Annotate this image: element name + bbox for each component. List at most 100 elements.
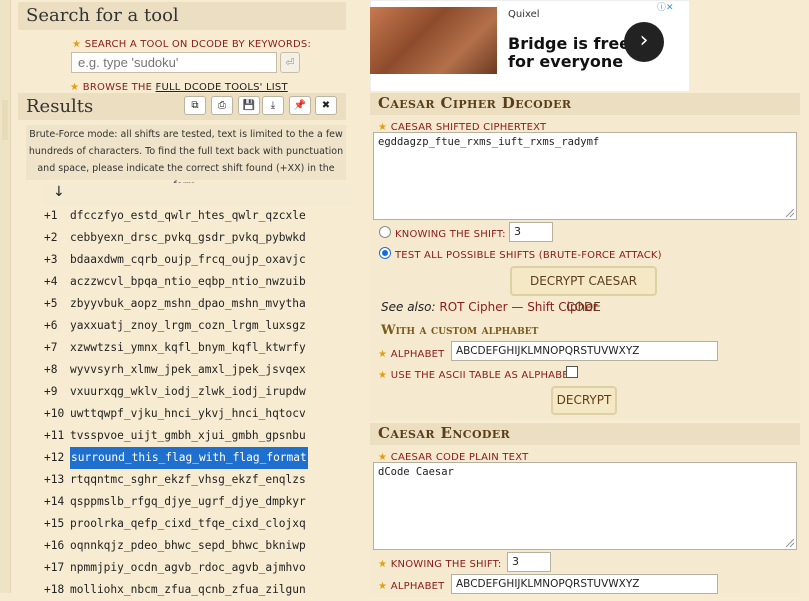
result-text[interactable]: xzwwtzsi_ymnx_kqfl_bnym_kqfl_ktwrfy — [70, 337, 306, 359]
result-text[interactable]: proolrka_qefp_cixd_tfqe_cixd_clojxq — [70, 513, 306, 535]
search-go-button[interactable]: ⏎ — [280, 52, 300, 73]
result-text[interactable]: rtqqntmc_sghr_ekzf_vhsg_ekzf_enqlzs — [70, 469, 306, 491]
left-side-strip — [0, 0, 11, 593]
ascii-table-label: ★ USE THE ASCII TABLE AS ALPHABET — [378, 367, 575, 381]
pin-icon: 📌 — [293, 100, 307, 111]
result-row[interactable]: +13 rtqqntmc_sghr_ekzf_vhsg_ekzf_enqlzs — [40, 469, 346, 491]
custom-alphabet-title: With a custom alphabet — [381, 323, 539, 338]
ad-brand: Quixel — [508, 9, 540, 20]
result-row[interactable]: +2 cebbyexn_drsc_pvkq_gsdr_pvkq_pybwkd — [40, 227, 346, 249]
decoder-title: Caesar Cipher Decoder — [378, 94, 572, 112]
ciphertext-textarea[interactable]: egddagzp_ftue_rxms_iuft_rxms_radymf — [373, 132, 797, 220]
result-text[interactable]: npmmjpiy_ocdn_agvb_rdoc_agvb_ajmhvo — [70, 557, 306, 579]
result-row[interactable]: +14 qsppmslb_rfgq_djye_ugrf_djye_dmpkyr — [40, 491, 346, 513]
result-row[interactable]: +1 dfcczfyo_estd_qwlr_htes_qwlr_qzcxle — [40, 205, 346, 227]
resize-handle-icon[interactable] — [785, 538, 795, 548]
result-text[interactable]: cebbyexn_drsc_pvkq_gsdr_pvkq_pybwkd — [70, 227, 306, 249]
ad-headline: Bridge is free for everyone — [508, 35, 630, 71]
result-row[interactable]: +9 vxuurxqg_wklv_iodj_zlwk_iodj_irupdw — [40, 381, 346, 403]
result-shift: +8 — [44, 363, 58, 376]
result-row[interactable]: +17 npmmjpiy_ocdn_agvb_rdoc_agvb_ajmhvo — [40, 557, 346, 579]
alphabet-input[interactable]: ABCDEFGHIJKLMNOPQRSTUVWXYZ — [451, 341, 718, 361]
knowing-shift-radio[interactable] — [379, 226, 391, 238]
resize-handle-icon[interactable] — [785, 208, 795, 218]
result-shift: +13 — [44, 473, 65, 486]
results-title: Results — [26, 96, 94, 117]
rot-cipher-link[interactable]: ROT Cipher — [439, 300, 507, 314]
download-button[interactable]: ⤓ — [262, 96, 284, 115]
star-icon: ★ — [378, 559, 387, 570]
result-text[interactable]: oqnnkqjz_pdeo_bhwc_sepd_bhwc_bkniwp — [70, 535, 306, 557]
result-row[interactable]: +18 molliohx_nbcm_zfua_qcnb_zfua_zilgun — [40, 579, 346, 601]
save-button[interactable]: 💾 — [238, 96, 260, 115]
result-shift: +6 — [44, 319, 58, 332]
result-text[interactable]: qsppmslb_rfgq_djye_ugrf_djye_dmpkyr — [70, 491, 306, 513]
see-also: See also: ROT Cipher — Shift Cipher — [381, 300, 598, 314]
result-shift: +9 — [44, 385, 58, 398]
brute-force-radio[interactable] — [379, 247, 391, 259]
result-row[interactable]: +5 zbyyvbuk_aopz_mshn_dpao_mshn_mvytha — [40, 293, 346, 315]
strip-tab[interactable] — [2, 100, 8, 140]
pin-button[interactable]: 📌 — [289, 96, 311, 115]
sort-down-icon[interactable]: ↓ — [53, 184, 65, 200]
download-icon: ⤓ — [270, 100, 276, 111]
print-icon: ⎙ — [218, 100, 226, 111]
result-shift: +16 — [44, 539, 65, 552]
full-tools-list-link[interactable]: FULL DCODE TOOLS' LIST — [156, 82, 288, 93]
sort-header-row: ↓ — [40, 183, 346, 205]
result-row[interactable]: +8 wyvvsyrh_xlmw_jpek_amxl_jpek_jsvqex — [40, 359, 346, 381]
copy-button[interactable]: ⧉ — [184, 96, 206, 115]
result-row[interactable]: +6 yaxxuatj_znoy_lrgm_cozn_lrgm_luxsgz — [40, 315, 346, 337]
shift-cipher-link[interactable]: Shift Cipher — [527, 300, 597, 314]
result-shift: +12 — [44, 451, 65, 464]
result-text[interactable]: uwttqwpf_vjku_hnci_ykvj_hnci_hqtocv — [70, 403, 306, 425]
plaintext-textarea[interactable]: dCode Caesar — [373, 462, 797, 550]
copy-icon: ⧉ — [191, 100, 199, 111]
decrypt-button[interactable]: DECRYPT — [551, 386, 617, 415]
result-row[interactable]: +7 xzwwtzsi_ymnx_kqfl_bnym_kqfl_ktwrfy — [40, 337, 346, 359]
encoder-shift-input[interactable]: 3 — [507, 552, 551, 572]
alphabet-label: ★ ALPHABET — [378, 346, 445, 360]
print-button[interactable]: ⎙ — [211, 96, 233, 115]
result-shift: +15 — [44, 517, 65, 530]
ad-info-icon[interactable]: ⓘ✕ — [657, 0, 674, 13]
result-row[interactable]: +16 oqnnkqjz_pdeo_bhwc_sepd_bhwc_bkniwp — [40, 535, 346, 557]
ciphertext-label: ★ CAESAR SHIFTED CIPHERTEXT — [378, 119, 546, 133]
encoder-alphabet-label-text: ALPHABET — [390, 581, 445, 592]
brute-force-label: TEST ALL POSSIBLE SHIFTS (BRUTE-FORCE AT… — [395, 247, 662, 261]
close-button[interactable]: ✖ — [315, 96, 337, 115]
ascii-table-checkbox[interactable] — [566, 366, 578, 378]
result-shift: +5 — [44, 297, 58, 310]
search-panel-header: Search for a tool — [18, 2, 346, 30]
tool-search-input[interactable] — [71, 52, 277, 73]
brute-force-note: Brute-Force mode: all shifts are tested,… — [26, 125, 346, 191]
shift-input[interactable]: 3 — [509, 222, 553, 242]
result-text[interactable]: aczzwcvl_bpqa_ntio_eqbp_ntio_nwzuib — [70, 271, 306, 293]
result-row[interactable]: +4 aczzwcvl_bpqa_ntio_eqbp_ntio_nwzuib — [40, 271, 346, 293]
result-row[interactable]: +10 uwttqwpf_vjku_hnci_ykvj_hnci_hqtocv — [40, 403, 346, 425]
result-text[interactable]: zbyyvbuk_aopz_mshn_dpao_mshn_mvytha — [70, 293, 306, 315]
result-text[interactable]: bdaaxdwm_cqrb_oujp_frcq_oujp_oxavjc — [70, 249, 306, 271]
result-shift: +3 — [44, 253, 58, 266]
decoder-header: Caesar Cipher Decoder — [370, 93, 800, 115]
ad-arrow-button[interactable]: › — [624, 22, 664, 62]
result-text[interactable]: surround_this_flag_with_flag_format — [70, 447, 308, 469]
result-text[interactable]: wyvvsyrh_xlmw_jpek_amxl_jpek_jsvqex — [70, 359, 306, 381]
search-panel-title: Search for a tool — [26, 5, 179, 26]
result-row[interactable]: +3 bdaaxdwm_cqrb_oujp_frcq_oujp_oxavjc — [40, 249, 346, 271]
result-text[interactable]: yaxxuatj_znoy_lrgm_cozn_lrgm_luxsgz — [70, 315, 306, 337]
decrypt-caesar-button[interactable]: DECRYPT CAESAR CODE — [510, 266, 657, 314]
encoder-alphabet-input[interactable]: ABCDEFGHIJKLMNOPQRSTUVWXYZ — [451, 574, 718, 594]
plaintext-label: ★ CAESAR CODE PLAIN TEXT — [378, 449, 528, 463]
result-text[interactable]: vxuurxqg_wklv_iodj_zlwk_iodj_irupdw — [70, 381, 306, 403]
knowing-shift-label: KNOWING THE SHIFT: — [395, 226, 506, 240]
result-text[interactable]: tvsspvoe_uijt_gmbh_xjui_gmbh_gpsnbu — [70, 425, 306, 447]
result-text[interactable]: dfcczfyo_estd_qwlr_htes_qwlr_qzcxle — [70, 205, 306, 227]
result-shift: +14 — [44, 495, 65, 508]
result-row[interactable]: +15 proolrka_qefp_cixd_tfqe_cixd_clojxq — [40, 513, 346, 535]
result-row[interactable]: +11 tvsspvoe_uijt_gmbh_xjui_gmbh_gpsnbu — [40, 425, 346, 447]
result-shift: +2 — [44, 231, 58, 244]
encoder-knowing-shift-label: ★ KNOWING THE SHIFT: — [378, 556, 501, 570]
result-text[interactable]: molliohx_nbcm_zfua_qcnb_zfua_zilgun — [70, 579, 306, 601]
result-row[interactable]: +12 surround_this_flag_with_flag_format — [40, 447, 346, 469]
